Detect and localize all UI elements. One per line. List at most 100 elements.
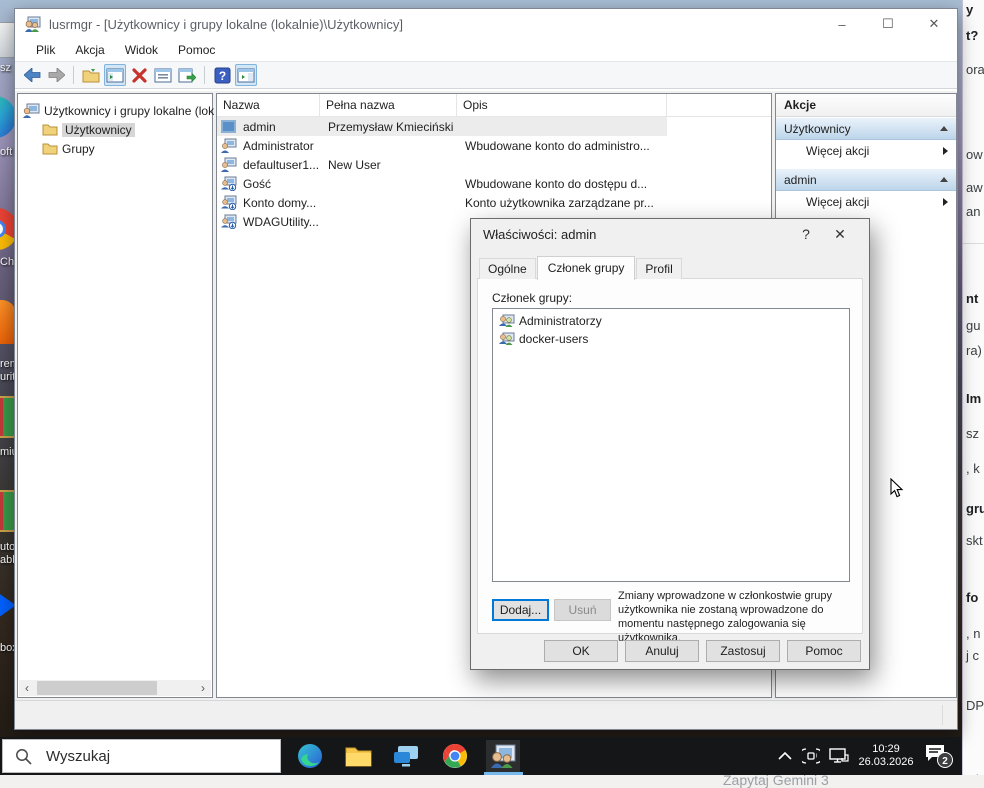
user-icon [220,138,237,153]
taskbar-explorer-icon[interactable] [341,740,375,772]
tab-general[interactable]: Ogólne [479,258,536,279]
tray-clock[interactable]: 10:29 26.03.2026 [853,737,919,775]
folder-icon [42,142,58,155]
more-actions-label: Więcej akcji [806,195,943,209]
user-row-konto-domyslne[interactable]: Konto domy... Konto użytkownika zarządza… [217,193,771,212]
desktop-label: Ch [0,256,14,268]
tree-root-node[interactable]: Użytkownicy i grupy lokalne (lok [18,101,212,120]
cell-desc: Konto użytkownika zarządzane pr... [459,196,660,210]
taskbar-lusrmgr-icon[interactable] [486,740,520,772]
actions-section-label: admin [784,173,940,187]
column-header-name[interactable]: Nazwa [217,94,320,116]
group-row-administratorzy[interactable]: Administratorzy [495,312,847,330]
cell-name: admin [237,120,322,134]
dialog-close-button[interactable]: ✕ [823,226,857,243]
maximize-button[interactable]: ☐ [865,9,911,39]
dialog-button-row: OK Anuluj Zastosuj Pomoc [471,640,869,662]
tray-chevron-icon[interactable] [776,737,794,775]
taskbar-edge-icon[interactable] [293,740,327,772]
show-console-tree-icon[interactable] [104,64,126,86]
actions-more-users[interactable]: Więcej akcji [776,140,956,162]
cell-name: Konto domy... [237,196,322,210]
group-membership-list[interactable]: Administratorzy docker-users [492,308,850,582]
tree-horizontal-scrollbar[interactable]: ‹ › [19,680,211,696]
cell-name: WDAGUtility... [237,215,322,229]
search-placeholder: Wyszukaj [46,748,110,765]
taskbar-chrome-icon[interactable] [438,740,472,772]
tree-node-groups[interactable]: Grupy [18,139,212,158]
export-list-icon[interactable] [176,64,198,86]
add-button[interactable]: Dodaj... [492,599,549,621]
user-row-guest[interactable]: Gość Wbudowane konto do dostępu d... [217,174,771,193]
actions-section-admin[interactable]: admin [776,168,956,191]
user-icon-disabled [220,176,237,191]
tab-profile[interactable]: Profil [636,258,681,279]
menu-help[interactable]: Pomoc [169,41,224,59]
menu-view[interactable]: Widok [116,41,167,59]
user-row-defaultuser[interactable]: defaultuser1... New User [217,155,771,174]
scroll-left-icon[interactable]: ‹ [19,680,35,696]
tab-member-of[interactable]: Członek grupy [537,256,636,280]
cell-fullname: New User [322,158,459,172]
taskbar-remote-desktop-icon[interactable] [389,740,423,772]
web-text-fragment: ow [966,147,983,162]
tree-node-users[interactable]: Użytkownicy [18,120,212,139]
user-row-admin[interactable]: admin Przemysław Kmieciński [217,117,667,136]
collapse-icon[interactable] [940,177,948,182]
apply-button[interactable]: Zastosuj [706,640,780,662]
group-row-docker-users[interactable]: docker-users [495,330,847,348]
actions-section-users[interactable]: Użytkownicy [776,117,956,140]
collapse-icon[interactable] [940,126,948,131]
cell-desc: Wbudowane konto do administro... [459,139,656,153]
close-button[interactable]: ✕ [911,9,957,39]
web-text-fragment: skt [966,533,983,548]
group-icon [498,314,515,328]
cancel-button[interactable]: Anuluj [625,640,699,662]
toolbar-separator [73,66,74,84]
ok-button[interactable]: OK [544,640,618,662]
list-header: Nazwa Pełna nazwa Opis [217,94,771,117]
toolbar: ? [15,61,957,89]
scrollbar-thumb[interactable] [37,681,157,695]
help-icon[interactable]: ? [211,64,233,86]
delete-icon[interactable] [128,64,150,86]
tray-action-center-icon[interactable]: 2 [922,737,956,775]
desktop-label: uto [0,541,15,553]
column-header-desc[interactable]: Opis [457,94,667,116]
computer-users-icon [22,103,40,118]
svg-text:i: i [816,754,817,760]
web-text-fragment: sz [966,426,979,441]
taskbar-search[interactable]: Wyszukaj [2,739,281,773]
actions-more-admin[interactable]: Więcej akcji [776,191,956,213]
scroll-right-icon[interactable]: › [195,680,211,696]
menu-action[interactable]: Akcja [66,41,113,59]
cell-name: Administrator [237,139,322,153]
web-text-fragment: y [966,2,973,17]
properties-icon[interactable] [152,64,174,86]
forward-icon[interactable] [45,64,67,86]
user-row-administrator[interactable]: Administrator Wbudowane konto do adminis… [217,136,771,155]
title-bar[interactable]: lusrmgr - [Użytkownicy i grupy lokalne (… [15,9,957,39]
tray-touch-keyboard-icon[interactable]: i [800,737,822,775]
window-title: lusrmgr - [Użytkownicy i grupy lokalne (… [49,17,403,32]
dialog-title-bar[interactable]: Właściwości: admin ? ✕ [471,219,869,249]
help-button[interactable]: Pomoc [787,640,861,662]
menu-file[interactable]: Plik [27,41,64,59]
user-icon-disabled [220,214,237,229]
tray-network-icon[interactable] [827,737,851,775]
open-folder-icon[interactable] [80,64,102,86]
group-name: docker-users [519,332,588,346]
submenu-arrow-icon [943,147,948,155]
search-icon [15,748,32,765]
web-text-fragment: j c [966,648,979,663]
submenu-arrow-icon [943,198,948,206]
minimize-button[interactable]: – [819,9,865,39]
background-page-strip: Zapytaj Gemini 3 [0,775,984,788]
web-text-fragment: , k [966,461,980,476]
dialog-help-button[interactable]: ? [789,226,823,242]
web-text-fragment: aw [966,180,983,195]
back-icon[interactable] [21,64,43,86]
column-header-fullname[interactable]: Pełna nazwa [320,94,457,116]
show-action-pane-icon[interactable] [235,64,257,86]
taskbar: Wyszukaj i 10:29 26.03.2026 [0,737,961,775]
